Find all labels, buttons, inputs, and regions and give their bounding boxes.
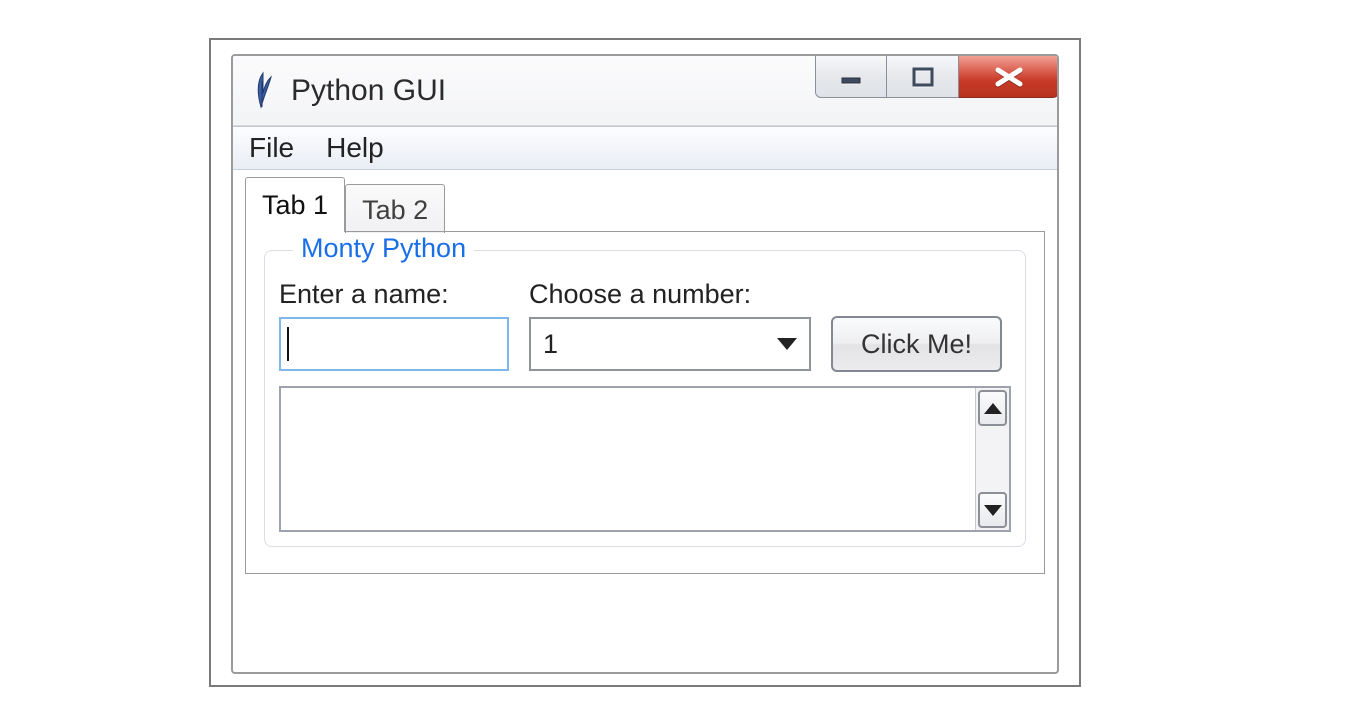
tab-underline [245, 231, 1045, 232]
window: Python GUI [231, 54, 1059, 674]
caret-down-icon [984, 505, 1002, 516]
click-me-button[interactable]: Click Me! [831, 316, 1002, 372]
menubar: File Help [233, 126, 1057, 170]
tabstrip: Tab 1Tab 2 [233, 176, 1057, 232]
tab-pane: Monty Python Enter a name: Choose a numb… [245, 232, 1045, 574]
output-textarea-container [279, 386, 1011, 532]
menu-file[interactable]: File [243, 132, 300, 164]
scroll-up-button[interactable] [978, 390, 1007, 426]
titlebar: Python GUI [233, 56, 1057, 126]
labelframe-monty-python: Monty Python Enter a name: Choose a numb… [264, 250, 1026, 547]
name-label: Enter a name: [279, 279, 509, 310]
number-label: Choose a number: [529, 279, 829, 310]
scrollbar[interactable] [975, 388, 1009, 530]
tab-2[interactable]: Tab 2 [345, 184, 445, 234]
close-button[interactable] [959, 54, 1059, 98]
maximize-button[interactable] [887, 54, 959, 98]
labels-row: Enter a name: Choose a number: [279, 279, 1011, 310]
window-controls [815, 54, 1059, 98]
screenshot-border: Python GUI [209, 38, 1081, 687]
minimize-button[interactable] [815, 54, 887, 98]
inputs-row: 1 Click Me! [279, 316, 1011, 372]
name-input[interactable] [279, 317, 509, 371]
menu-help[interactable]: Help [320, 132, 390, 164]
labelframe-title: Monty Python [293, 233, 474, 264]
click-me-button-label: Click Me! [861, 329, 972, 360]
number-combobox[interactable]: 1 [529, 317, 811, 371]
feather-icon [249, 71, 277, 111]
caret-up-icon [984, 403, 1002, 414]
window-title: Python GUI [291, 74, 446, 108]
tab-1[interactable]: Tab 1 [245, 177, 345, 232]
close-icon [992, 65, 1026, 89]
output-textarea[interactable] [281, 388, 975, 530]
chevron-down-icon [777, 338, 797, 350]
scroll-down-button[interactable] [978, 492, 1007, 528]
number-combobox-value: 1 [543, 329, 558, 360]
text-cursor-icon [287, 327, 289, 361]
minimize-icon [838, 67, 864, 87]
maximize-icon [910, 66, 936, 88]
